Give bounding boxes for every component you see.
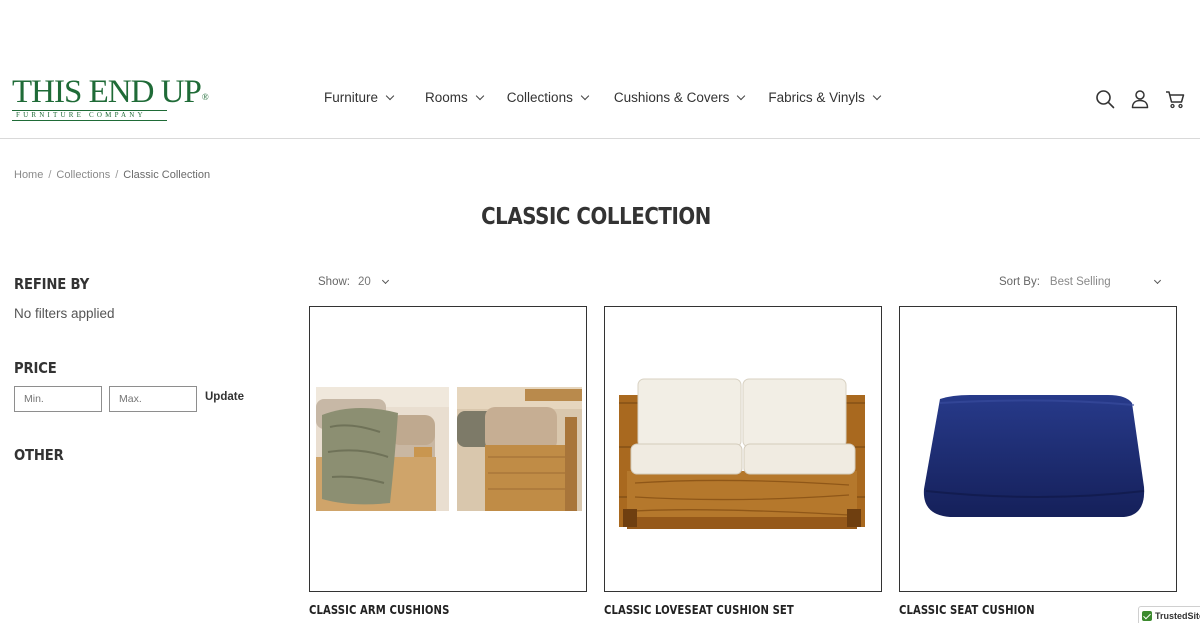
chevron-down-icon: [1153, 276, 1161, 285]
show-value: 20: [357, 276, 371, 288]
product-card[interactable]: [899, 306, 1177, 592]
product-title[interactable]: CLASSIC ARM CUSHIONS: [309, 603, 449, 617]
product-image-loveseat-cushion-set: [619, 378, 865, 529]
sort-select[interactable]: Best Selling: [1050, 276, 1155, 288]
product-image-arm-cushions: [316, 387, 582, 511]
nav-item-fabrics-vinyls[interactable]: Fabrics & Vinyls: [768, 90, 882, 105]
main-nav: Furniture Rooms Collections Cushions & C…: [324, 90, 882, 105]
product-card[interactable]: [604, 306, 882, 592]
chevron-down-icon: [385, 91, 395, 101]
breadcrumb-separator: /: [48, 169, 52, 181]
brand-logo[interactable]: THIS END UP® FURNITURE COMPANY: [12, 74, 209, 122]
nav-item-furniture[interactable]: Furniture: [324, 90, 395, 105]
show-label: Show:: [318, 276, 350, 288]
nav-item-label: Rooms: [425, 90, 468, 105]
search-icon[interactable]: [1095, 89, 1115, 109]
breadcrumb-separator: /: [115, 169, 119, 181]
product-image-seat-cushion: [923, 395, 1145, 517]
breadcrumb-collections[interactable]: Collections: [56, 169, 110, 181]
price-heading: PRICE: [14, 359, 57, 377]
logo-subtitle: FURNITURE COMPANY: [12, 110, 167, 121]
price-min-input[interactable]: [14, 386, 102, 412]
chevron-down-icon: [475, 91, 485, 101]
checkmark-icon: [1142, 611, 1152, 621]
nav-item-cushions-covers[interactable]: Cushions & Covers: [613, 90, 746, 105]
refine-by-heading: REFINE BY: [14, 275, 90, 293]
other-heading: OTHER: [14, 446, 64, 464]
trustedsite-badge[interactable]: TrustedSite: [1138, 606, 1200, 623]
nav-item-rooms[interactable]: Rooms: [425, 90, 485, 105]
sort-label: Sort By:: [999, 276, 1040, 288]
trustedsite-label: TrustedSite: [1155, 611, 1200, 621]
nav-item-label: Furniture: [324, 90, 379, 105]
product-title[interactable]: CLASSIC SEAT CUSHION: [899, 603, 1035, 617]
page-title: CLASSIC COLLECTION: [481, 204, 711, 230]
nav-item-label: Fabrics & Vinyls: [768, 90, 865, 105]
cart-icon[interactable]: [1165, 89, 1185, 109]
nav-item-label: Collections: [506, 90, 573, 105]
price-update-button[interactable]: Update: [205, 391, 244, 403]
chevron-down-icon: [872, 91, 882, 101]
nav-item-collections[interactable]: Collections: [506, 90, 590, 105]
chevron-down-icon: [580, 91, 590, 101]
logo-wordmark: THIS END UP®: [12, 74, 209, 110]
product-card[interactable]: [309, 306, 587, 592]
breadcrumb-home[interactable]: Home: [14, 169, 43, 181]
account-icon[interactable]: [1130, 89, 1150, 109]
sort-by-control: Sort By: Best Selling: [999, 276, 1161, 288]
chevron-down-icon: [737, 91, 746, 101]
product-title[interactable]: CLASSIC LOVESEAT CUSHION SET: [604, 603, 794, 617]
breadcrumb-current: Classic Collection: [123, 169, 211, 181]
header-icons: [1095, 89, 1185, 109]
show-count-select[interactable]: Show: 20: [318, 276, 389, 288]
chevron-down-icon: [381, 276, 389, 285]
breadcrumb: Home / Collections / Classic Collection: [14, 169, 210, 181]
nav-item-label: Cushions & Covers: [613, 90, 730, 105]
price-max-input[interactable]: [109, 386, 197, 412]
no-filters-text: No filters applied: [14, 306, 115, 321]
site-header: THIS END UP® FURNITURE COMPANY Furniture…: [0, 0, 1200, 139]
